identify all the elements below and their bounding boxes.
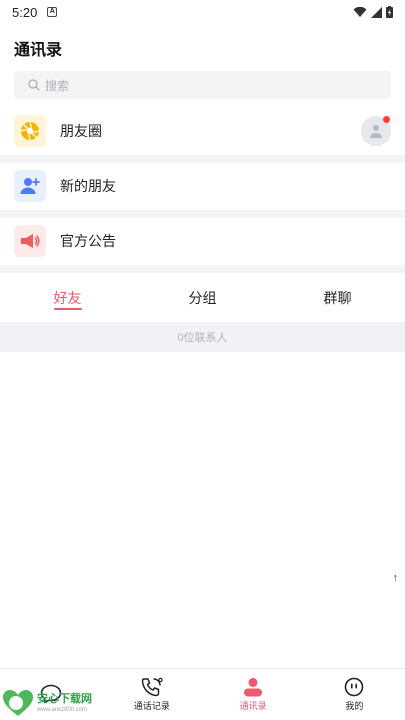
moments-label: 朋友圈 [60, 123, 102, 139]
phone-call-icon [141, 677, 163, 697]
new-friends-label: 新的朋友 [60, 178, 116, 194]
cellular-signal-icon [371, 6, 382, 18]
official-notices-label: 官方公告 [60, 233, 116, 249]
watermark-url: www.anxz800.com [37, 706, 88, 713]
battery-icon [386, 6, 393, 18]
unread-dot [383, 116, 390, 123]
tab-friends[interactable]: 好友 [0, 274, 135, 322]
contact-tabs: 好友 分组 群聊 [0, 274, 405, 322]
tab-group-chats-label: 群聊 [323, 290, 352, 306]
profile-face-icon [345, 677, 364, 697]
active-tab-indicator [53, 308, 82, 310]
wifi-icon [353, 6, 367, 17]
watermark: 安心下载网 www.anxz800.com [2, 688, 92, 718]
contact-count: 0位联系人 [177, 332, 228, 344]
tab-groups-label: 分组 [188, 290, 217, 306]
watermark-title: 安心下载网 [37, 692, 92, 705]
scroll-top-button[interactable]: ↑ [393, 572, 399, 584]
moments-row[interactable]: 朋友圈 [0, 108, 405, 154]
contacts-icon [244, 678, 263, 697]
watermark-heart-logo-icon [3, 690, 33, 716]
search-input[interactable]: 搜索 [14, 71, 391, 99]
tab-groups[interactable]: 分组 [135, 274, 270, 322]
tab-friends-label: 好友 [53, 290, 82, 306]
contact-count-bar: 0位联系人 [0, 322, 405, 352]
camera-shutter-icon [14, 115, 46, 147]
status-time: 5:20 [12, 4, 38, 20]
nav-call-log[interactable]: 通话记录 [101, 669, 202, 720]
divider [0, 155, 405, 163]
status-bar: 5:20 A [0, 0, 405, 24]
tab-group-chats[interactable]: 群聊 [270, 274, 405, 322]
nav-contacts-label: 通讯录 [239, 701, 267, 711]
user-silhouette-icon [370, 125, 382, 138]
megaphone-icon [14, 225, 46, 257]
add-user-icon [14, 170, 46, 202]
nav-me-label: 我的 [345, 701, 364, 711]
new-friends-row[interactable]: 新的朋友 [0, 163, 405, 209]
notification-icon: A [47, 7, 58, 17]
nav-me[interactable]: 我的 [304, 669, 405, 720]
divider [0, 265, 405, 273]
search-icon [28, 79, 40, 91]
nav-call-log-label: 通话记录 [133, 701, 170, 711]
official-notices-row[interactable]: 官方公告 [0, 218, 405, 264]
divider [0, 210, 405, 218]
page-title: 通讯录 [14, 42, 63, 59]
status-icons [353, 6, 393, 18]
nav-contacts[interactable]: 通讯录 [203, 669, 304, 720]
search-placeholder: 搜索 [45, 78, 70, 93]
